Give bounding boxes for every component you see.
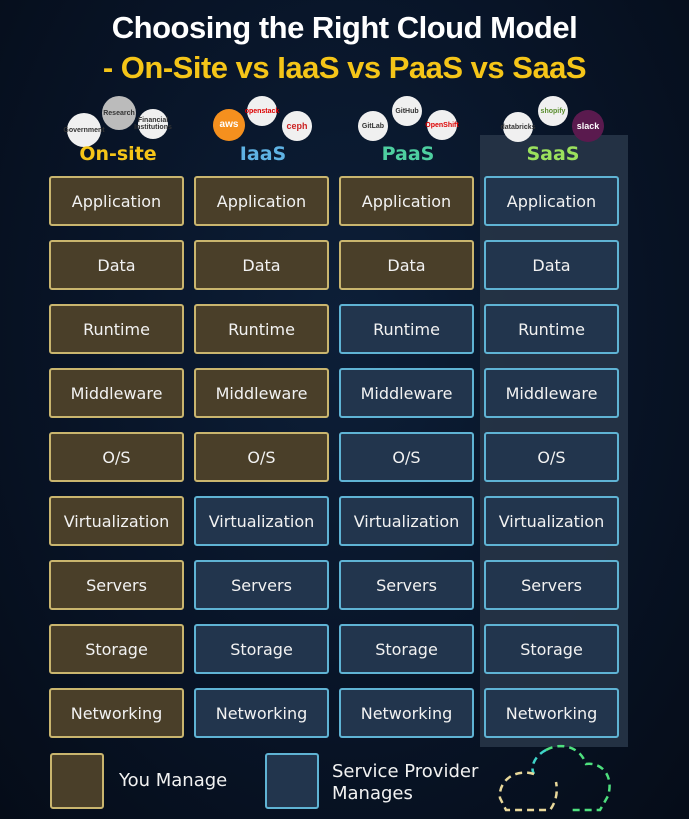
logo-financial-institutions: Financial Institutions	[134, 109, 172, 139]
title-line-2: - On-Site vs IaaS vs PaaS vs SaaS	[102, 50, 587, 85]
cell-saas-runtime: Runtime	[484, 304, 619, 354]
cell-on-site-data: Data	[49, 240, 184, 290]
cell-saas-storage: Storage	[484, 624, 619, 674]
logo-gitlab: GitLab	[358, 111, 388, 141]
cell-paas-storage: Storage	[339, 624, 474, 674]
cell-on-site-os: O/S	[49, 432, 184, 482]
column-header-on-site: On-site	[79, 143, 157, 165]
legend-swatch-you-manage	[50, 753, 104, 809]
legend-label-you-manage: You Manage	[119, 770, 228, 791]
cell-paas-application: Application	[339, 176, 474, 226]
cell-on-site-application: Application	[49, 176, 184, 226]
cell-iaas-runtime: Runtime	[194, 304, 329, 354]
column-header-saas: SaaS	[526, 143, 580, 165]
cell-paas-data: Data	[339, 240, 474, 290]
cell-on-site-networking: Networking	[49, 688, 184, 738]
cell-iaas-data: Data	[194, 240, 329, 290]
cell-saas-networking: Networking	[484, 688, 619, 738]
logo-research: Research	[102, 96, 136, 130]
cell-saas-application: Application	[484, 176, 619, 226]
cell-iaas-storage: Storage	[194, 624, 329, 674]
cell-paas-middleware: Middleware	[339, 368, 474, 418]
legend-swatch-provider-manages	[265, 753, 319, 809]
cell-saas-data: Data	[484, 240, 619, 290]
cell-saas-servers: Servers	[484, 560, 619, 610]
cell-paas-virtualization: Virtualization	[339, 496, 474, 546]
cell-paas-os: O/S	[339, 432, 474, 482]
cell-iaas-networking: Networking	[194, 688, 329, 738]
cell-iaas-virtualization: Virtualization	[194, 496, 329, 546]
cloud-icon	[498, 744, 611, 812]
cell-iaas-middleware: Middleware	[194, 368, 329, 418]
cell-paas-networking: Networking	[339, 688, 474, 738]
cell-saas-middleware: Middleware	[484, 368, 619, 418]
logo-slack: slack	[572, 110, 604, 142]
logo-aws: aws	[213, 109, 245, 141]
legend-label-provider-line2: Manages	[332, 783, 413, 804]
cell-iaas-servers: Servers	[194, 560, 329, 610]
logo-databricks: databricks	[500, 112, 536, 142]
column-header-paas: PaaS	[381, 143, 435, 165]
cell-iaas-application: Application	[194, 176, 329, 226]
title-line-1: Choosing the Right Cloud Model	[111, 10, 578, 45]
logo-github: GitHub	[392, 96, 422, 126]
legend-label-provider-line1: Service Provider	[332, 761, 479, 782]
cell-on-site-storage: Storage	[49, 624, 184, 674]
logo-openshift: OpenShift	[425, 110, 459, 140]
cell-iaas-os: O/S	[194, 432, 329, 482]
cell-on-site-virtualization: Virtualization	[49, 496, 184, 546]
logo-openstack: openstack	[245, 96, 279, 126]
logo-ceph: ceph	[282, 111, 312, 141]
cell-saas-virtualization: Virtualization	[484, 496, 619, 546]
cell-on-site-middleware: Middleware	[49, 368, 184, 418]
cell-on-site-runtime: Runtime	[49, 304, 184, 354]
logo-government: Government	[63, 113, 105, 147]
cell-saas-os: O/S	[484, 432, 619, 482]
logo-shopify: shopify	[538, 96, 568, 126]
column-header-iaas: IaaS	[239, 143, 287, 165]
cell-on-site-servers: Servers	[49, 560, 184, 610]
cell-paas-servers: Servers	[339, 560, 474, 610]
cell-paas-runtime: Runtime	[339, 304, 474, 354]
